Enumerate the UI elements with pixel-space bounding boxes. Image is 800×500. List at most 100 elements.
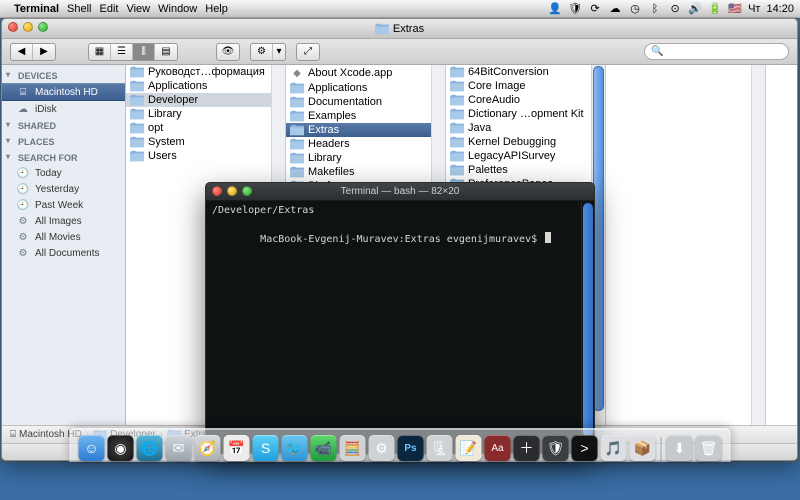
hdd-icon: ⌸ <box>10 429 16 440</box>
input-flag-icon[interactable]: 🇺🇸 <box>728 2 742 15</box>
sidebar-section[interactable]: PLACES <box>2 133 125 149</box>
dock-item-browser[interactable]: 🌐 <box>137 435 163 461</box>
scrollbar[interactable] <box>751 65 765 425</box>
sync-icon[interactable]: ⟳ <box>588 2 602 15</box>
nav-forward[interactable]: ▶ <box>33 44 55 60</box>
cloud-icon[interactable]: ☁ <box>608 2 622 15</box>
shield-icon[interactable]: 🛡 <box>568 2 582 15</box>
list-item[interactable]: 64BitConversion <box>446 65 605 79</box>
extra-toolbar-button[interactable]: ⤢ <box>296 43 320 61</box>
list-item[interactable]: Core Image <box>446 79 605 93</box>
scrollbar-thumb[interactable] <box>583 203 593 437</box>
menu-window[interactable]: Window <box>158 3 197 15</box>
dock-item-shield[interactable]: 🛡 <box>543 435 569 461</box>
clock-day[interactable]: Чт <box>748 3 760 15</box>
dock-item-downloads[interactable]: ⬇ <box>667 435 693 461</box>
sidebar-item[interactable]: ☁iDisk <box>2 101 125 117</box>
menu-shell[interactable]: Shell <box>67 3 91 15</box>
battery-icon[interactable]: 🔋 <box>708 2 722 15</box>
view-coverflow[interactable]: ▤ <box>155 44 177 60</box>
quicklook-button[interactable]: 👁 <box>217 44 239 60</box>
sidebar-item[interactable]: ⚙All Documents <box>2 245 125 261</box>
list-item[interactable]: System <box>126 135 285 149</box>
sidebar-item[interactable]: 🕘Today <box>2 165 125 181</box>
search-input[interactable]: 🔍 <box>644 43 789 60</box>
dock-item-finder[interactable]: ☺ <box>79 435 105 461</box>
close-button[interactable] <box>8 22 18 32</box>
list-item[interactable]: Руководст…формация <box>126 65 285 79</box>
list-item[interactable]: Users <box>126 149 285 163</box>
people-icon[interactable]: 👤 <box>548 2 562 15</box>
dock-item-dictionary[interactable]: Aa <box>485 435 511 461</box>
timemachine-icon[interactable]: ◷ <box>628 2 642 15</box>
list-item[interactable]: opt <box>126 121 285 135</box>
dock-item-photoshop[interactable]: Ps <box>398 435 424 461</box>
menu-view[interactable]: View <box>126 3 150 15</box>
bluetooth-icon[interactable]: ᛒ <box>648 3 662 15</box>
sidebar-item[interactable]: 🕘Yesterday <box>2 181 125 197</box>
list-item[interactable]: Library <box>126 107 285 121</box>
list-item[interactable]: Extras <box>286 123 445 137</box>
dock-item-calculator[interactable]: 🧮 <box>340 435 366 461</box>
clock-time[interactable]: 14:20 <box>766 3 794 15</box>
zoom-button[interactable] <box>38 22 48 32</box>
dock-item-trash[interactable]: 🗑 <box>696 435 722 461</box>
list-item[interactable]: LegacyAPISurvey <box>446 149 605 163</box>
terminal-titlebar[interactable]: Terminal — bash — 82×20 <box>206 183 594 201</box>
dock-item-archive[interactable]: 🗜 <box>427 435 453 461</box>
dock-item-terminal[interactable]: > <box>572 435 598 461</box>
dock-item-dashboard[interactable]: ◉ <box>108 435 134 461</box>
terminal-scrollbar[interactable] <box>581 203 594 437</box>
list-item[interactable]: CoreAudio <box>446 93 605 107</box>
list-item[interactable]: Dictionary …opment Kit <box>446 107 605 121</box>
view-list[interactable]: ☰ <box>111 44 133 60</box>
list-item[interactable]: ◆About Xcode.app <box>286 65 445 81</box>
view-icon[interactable]: ▦ <box>89 44 111 60</box>
dock-item-ipod[interactable]: 🎵 <box>601 435 627 461</box>
nav-back[interactable]: ◀ <box>11 44 33 60</box>
dock-item-mail[interactable]: ✉ <box>166 435 192 461</box>
sidebar-item-label: All Movies <box>35 232 81 243</box>
sidebar-section[interactable]: DEVICES <box>2 67 125 83</box>
list-item[interactable]: Examples <box>286 109 445 123</box>
sidebar-section[interactable]: SEARCH FOR <box>2 149 125 165</box>
list-item[interactable]: Documentation <box>286 95 445 109</box>
view-column[interactable]: ⫼ <box>133 44 155 60</box>
dock-item-setup[interactable]: 📦 <box>630 435 656 461</box>
dock-item-twitter[interactable]: 🐦 <box>282 435 308 461</box>
finder-titlebar[interactable]: Extras <box>2 19 797 39</box>
menu-edit[interactable]: Edit <box>100 3 119 15</box>
sidebar-item[interactable]: ⚙All Images <box>2 213 125 229</box>
menu-help[interactable]: Help <box>205 3 228 15</box>
wifi-icon[interactable]: ⊙ <box>668 2 682 15</box>
list-item[interactable]: Makefiles <box>286 165 445 179</box>
dock-item-safari[interactable]: 🧭 <box>195 435 221 461</box>
list-item[interactable]: Applications <box>286 81 445 95</box>
sidebar-section[interactable]: SHARED <box>2 117 125 133</box>
sidebar-item[interactable]: 🕘Past Week <box>2 197 125 213</box>
list-item[interactable]: Kernel Debugging <box>446 135 605 149</box>
volume-icon[interactable]: 🔊 <box>688 2 702 15</box>
dock-item-facetime[interactable]: 📹 <box>311 435 337 461</box>
minimize-button[interactable] <box>23 22 33 32</box>
dock-item-plus[interactable]: ＋ <box>514 435 540 461</box>
dock-item-skype[interactable]: S <box>253 435 279 461</box>
list-item[interactable]: Library <box>286 151 445 165</box>
list-item[interactable]: Developer <box>126 93 285 107</box>
dock-item-ical[interactable]: 📅 <box>224 435 250 461</box>
list-item[interactable]: Headers <box>286 137 445 151</box>
zoom-button[interactable] <box>242 186 252 196</box>
list-item[interactable]: Applications <box>126 79 285 93</box>
list-item[interactable]: Java <box>446 121 605 135</box>
minimize-button[interactable] <box>227 186 237 196</box>
sidebar-item[interactable]: ⌸Macintosh HD <box>2 83 125 101</box>
close-button[interactable] <box>212 186 222 196</box>
terminal-body[interactable]: /Developer/Extras MacBook-Evgenij-Murave… <box>206 201 594 453</box>
list-item[interactable]: Palettes <box>446 163 605 177</box>
item-label: About Xcode.app <box>308 67 392 79</box>
dock-item-utility[interactable]: ⚙ <box>369 435 395 461</box>
action-menu[interactable]: ⚙ ▾ <box>250 43 286 61</box>
sidebar-item[interactable]: ⚙All Movies <box>2 229 125 245</box>
dock-item-textedit[interactable]: 📝 <box>456 435 482 461</box>
app-menu[interactable]: Terminal <box>14 3 59 15</box>
